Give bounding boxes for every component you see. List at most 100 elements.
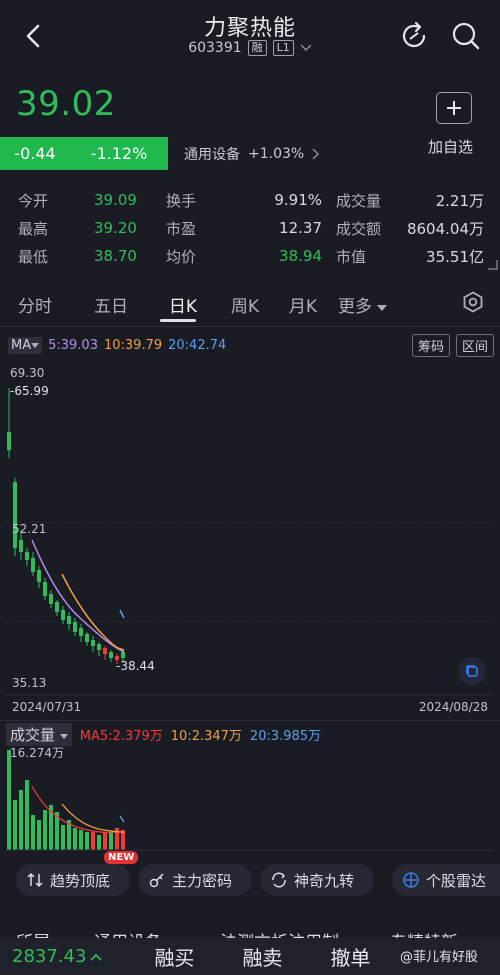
volume-bar xyxy=(109,832,113,850)
candle xyxy=(19,540,23,552)
stats-row: 最高 39.20 市盈 12.37 成交额 8604.04万 xyxy=(18,214,484,242)
volume-bar xyxy=(121,830,125,850)
news-tab[interactable]: 专精特新 xyxy=(390,928,458,938)
ma-selector[interactable]: MA xyxy=(8,336,43,354)
fullscreen-button[interactable] xyxy=(458,657,486,685)
stats-grid: 今开 39.09 换手 9.91% 成交量 2.21万 最高 39.20 市盈 … xyxy=(18,186,484,270)
stat-value: 38.94 xyxy=(279,247,322,265)
chart-high-label: -65.99 xyxy=(10,384,49,398)
news-tab[interactable]: 所属 xyxy=(16,928,50,938)
volume-bar xyxy=(37,820,41,850)
stats-row: 最低 38.70 均价 38.94 市值 35.51亿 xyxy=(18,242,484,270)
current-price: 39.02 xyxy=(16,84,116,124)
chart-low-label: 35.13 xyxy=(12,676,47,690)
stats-row: 今开 39.09 换手 9.91% 成交量 2.21万 xyxy=(18,186,484,214)
candle xyxy=(79,628,83,636)
radar-icon xyxy=(403,872,419,888)
ma20-line xyxy=(119,609,125,619)
volume-bar xyxy=(103,832,107,850)
news-tab[interactable]: 法测文析注用制 xyxy=(220,928,339,938)
margin-sell-button[interactable]: 融卖 xyxy=(242,942,282,971)
industry-change: +1.03% xyxy=(248,146,305,162)
vol-ma10-line xyxy=(61,803,125,833)
volume-bar xyxy=(31,815,35,850)
cancel-order-button[interactable]: 撤单 xyxy=(330,942,370,971)
kline-chart[interactable] xyxy=(0,360,500,720)
volume-bar xyxy=(25,780,29,850)
search-icon xyxy=(452,22,480,50)
tab-intraday[interactable]: 分时 xyxy=(6,292,64,317)
new-badge: NEW xyxy=(104,851,139,864)
stat-value: 12.37 xyxy=(279,219,322,237)
active-tab-underline xyxy=(160,319,196,322)
expand-corner-icon[interactable] xyxy=(486,258,498,270)
volume-chart[interactable] xyxy=(0,720,500,860)
date-start: 2024/07/31 xyxy=(12,700,82,714)
magic-nine-chip[interactable]: 神奇九转 xyxy=(260,864,374,896)
chart-mid-label: 52.21 xyxy=(12,522,47,536)
news-tabs-row: 所属 通用设备 法测文析注用制 专精特新 xyxy=(0,922,500,938)
refresh-icon xyxy=(402,21,426,48)
chevron-right-icon xyxy=(312,148,320,160)
chips-button[interactable]: 筹码 xyxy=(411,333,450,357)
range-button[interactable]: 区间 xyxy=(455,333,494,357)
watermark: @菲儿有好股 xyxy=(400,950,479,965)
high-value: 65.99 xyxy=(14,384,49,398)
candle xyxy=(31,558,35,572)
stock-radar-chip[interactable]: 个股雷达 xyxy=(392,864,500,896)
add-watchlist-button[interactable] xyxy=(436,92,472,124)
ma-legend-row: MA 5:39.03 10:39.79 20:42.74 筹码 区间 xyxy=(0,332,500,358)
chart-settings-button[interactable] xyxy=(462,290,484,318)
stat-value: 35.51亿 xyxy=(426,247,484,266)
index-value[interactable]: 2837.43 xyxy=(12,946,86,967)
margin-buy-button[interactable]: 融买 xyxy=(154,942,194,971)
stat-label: 成交额 xyxy=(336,219,382,238)
tab-monthly-k[interactable]: 月K xyxy=(274,292,332,317)
ma20-value: 20:42.74 xyxy=(168,337,227,353)
tab-daily-k[interactable]: 日K xyxy=(154,292,212,317)
candle xyxy=(37,570,41,582)
tab-more[interactable]: 更多 xyxy=(338,292,388,317)
candle xyxy=(55,602,59,612)
candle xyxy=(73,622,77,632)
candle xyxy=(49,594,53,604)
stat-value: 8604.04万 xyxy=(406,219,484,238)
news-tab[interactable]: 通用设备 xyxy=(94,928,162,938)
add-watchlist-label[interactable]: 加自选 xyxy=(428,136,473,157)
tab-more-label: 更多 xyxy=(338,296,372,317)
volume-bar xyxy=(19,790,23,850)
volume-bar xyxy=(97,835,101,850)
settings-icon xyxy=(463,290,483,313)
candle xyxy=(25,552,29,560)
stat-value: 38.70 xyxy=(94,247,137,265)
stat-value: 9.91% xyxy=(274,191,322,209)
stat-value: 39.20 xyxy=(94,219,137,237)
last-low-value: 38.44 xyxy=(120,659,155,673)
volume-bar xyxy=(61,825,65,850)
change-box: -0.44 -1.12% xyxy=(0,137,168,170)
search-button[interactable] xyxy=(450,20,482,52)
date-end: 2024/08/28 xyxy=(418,700,488,714)
volume-bar xyxy=(13,800,17,850)
volume-bar xyxy=(91,832,95,850)
refresh-button[interactable] xyxy=(398,20,430,52)
main-force-chip[interactable]: 主力密码 xyxy=(138,864,252,896)
candle xyxy=(97,644,101,650)
vol-ma20-line xyxy=(119,815,125,823)
stat-label: 今开 xyxy=(18,191,49,210)
tab-weekly-k[interactable]: 周K xyxy=(216,292,274,317)
chip-label: 趋势顶底 xyxy=(50,871,111,890)
candle xyxy=(67,616,71,624)
tab-five-day[interactable]: 五日 xyxy=(82,292,140,317)
chip-label: 主力密码 xyxy=(172,871,233,890)
ma5-value: 5:39.03 xyxy=(48,337,98,353)
candle xyxy=(43,582,47,596)
candle xyxy=(7,432,11,450)
industry-link[interactable]: 通用设备 +1.03% xyxy=(184,144,320,164)
candle xyxy=(91,640,95,646)
chevron-up-icon[interactable] xyxy=(90,953,103,961)
chip-label: 个股雷达 xyxy=(426,871,487,890)
stat-value: 2.21万 xyxy=(435,191,484,210)
candle xyxy=(61,610,65,620)
trend-top-bottom-chip[interactable]: 趋势顶底 xyxy=(16,864,130,896)
